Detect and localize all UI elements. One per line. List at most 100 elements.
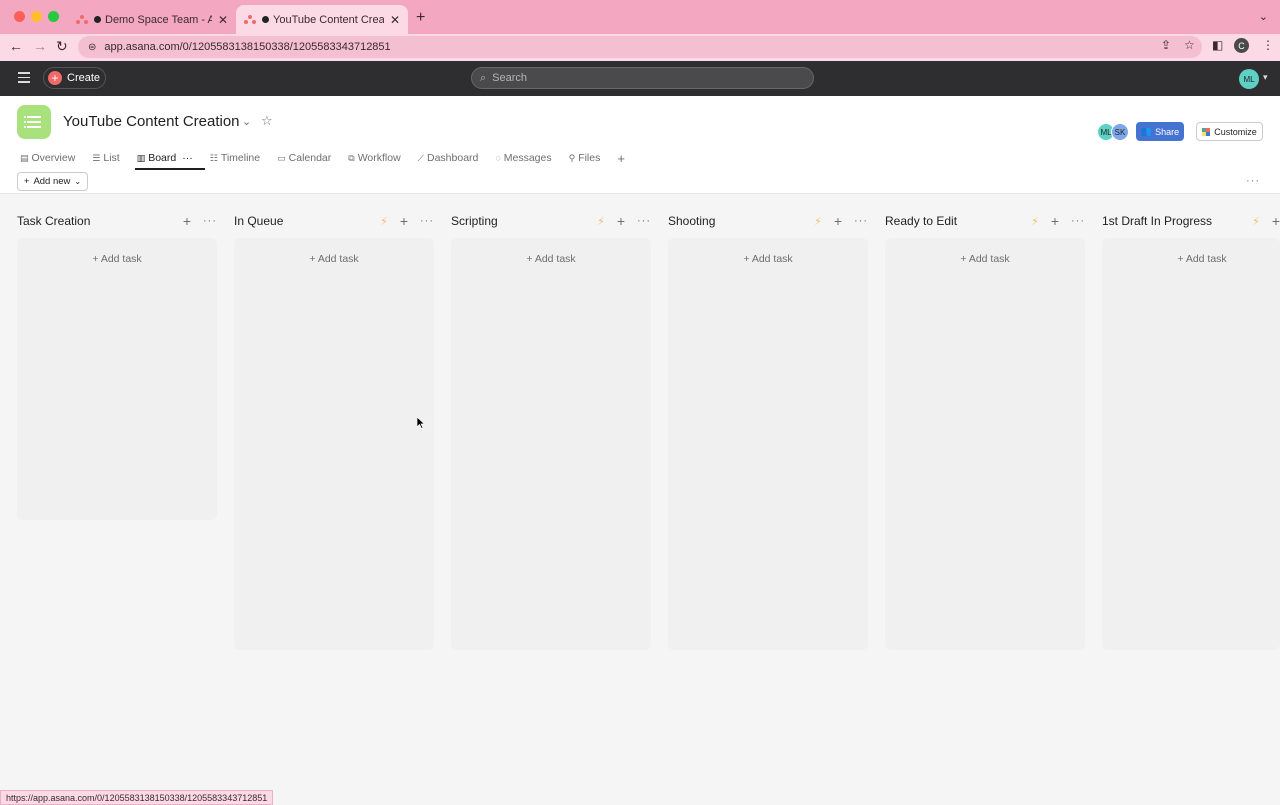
forward-arrow-icon[interactable]: → <box>33 38 47 54</box>
column-header: 1st Draft In Progress ⚡ + <box>1102 213 1280 229</box>
close-window-button[interactable] <box>14 11 25 22</box>
bookmark-star-icon[interactable]: ☆ <box>1184 38 1195 52</box>
column-body <box>451 238 651 650</box>
overview-icon: ▤ <box>20 152 29 163</box>
user-avatar[interactable]: ML <box>1239 69 1259 89</box>
new-tab-plus-icon[interactable]: + <box>416 9 425 27</box>
browser-tab-bar: Demo Space Team - Asana ✕ YouTube Conten… <box>0 0 1280 34</box>
recording-dot-icon <box>262 16 269 23</box>
add-task-plus-icon[interactable]: + <box>1051 213 1059 229</box>
tab-workflow[interactable]: ⧉ Workflow <box>348 150 400 166</box>
add-task-plus-icon[interactable]: + <box>834 213 842 229</box>
column-header: Ready to Edit ⚡ + ··· <box>885 213 1085 229</box>
tab-title: Demo Space Team - Asana <box>105 13 212 26</box>
dashboard-icon: ⟋ <box>417 152 424 163</box>
tab-messages[interactable]: ◌ Messages <box>495 150 551 166</box>
add-task-button[interactable]: + Add task <box>668 253 868 265</box>
column-more-icon[interactable]: ··· <box>1071 215 1085 227</box>
reload-icon[interactable]: ↻ <box>56 38 68 55</box>
project-title[interactable]: YouTube Content Creation <box>63 113 240 130</box>
add-task-button[interactable]: + Add task <box>451 253 651 265</box>
tab-calendar[interactable]: ▭ Calendar <box>277 150 331 166</box>
site-info-icon[interactable]: ⊜ <box>88 42 96 53</box>
column-title[interactable]: Scripting <box>451 214 597 228</box>
member-avatar[interactable]: SK <box>1111 123 1129 141</box>
column-more-icon[interactable]: ··· <box>203 215 217 227</box>
address-bar[interactable]: ⊜ app.asana.com/0/1205583138150338/12055… <box>78 36 1202 58</box>
column-more-icon[interactable]: ··· <box>637 215 651 227</box>
browser-tab-youtube-content[interactable]: YouTube Content Creation - ✕ <box>236 5 408 34</box>
share-button[interactable]: 👥 Share <box>1136 122 1184 141</box>
people-icon: 👥 <box>1140 126 1153 136</box>
rules-lightning-icon[interactable]: ⚡ <box>814 215 822 228</box>
plus-icon: + <box>23 176 30 187</box>
column-title[interactable]: Shooting <box>668 214 814 228</box>
column-body <box>17 238 217 520</box>
minimize-window-button[interactable] <box>31 11 42 22</box>
chevron-down-icon: ⌄ <box>74 177 82 186</box>
add-task-button[interactable]: + Add task <box>17 253 217 265</box>
add-new-button[interactable]: + Add new ⌄ <box>17 172 88 191</box>
tab-list[interactable]: ☰ List <box>92 150 119 166</box>
menu-hamburger-icon[interactable] <box>18 72 30 83</box>
tab-board[interactable]: ▥ Board ··· <box>134 150 205 170</box>
files-icon: ⚲ <box>568 152 576 163</box>
app-topbar: + Create ⌕ Search ML ▾ <box>0 61 1280 96</box>
search-input[interactable]: ⌕ Search <box>471 67 814 89</box>
column-title[interactable]: Ready to Edit <box>885 214 1031 228</box>
project-header: YouTube Content Creation ⌄ ☆ ML SK 👥 Sha… <box>0 96 1280 194</box>
favorite-star-icon[interactable]: ☆ <box>261 113 273 129</box>
view-options-more-icon[interactable]: ··· <box>1246 175 1260 187</box>
share-page-icon[interactable]: ⇪ <box>1161 38 1171 52</box>
side-panel-icon[interactable]: ◧ <box>1212 38 1223 52</box>
column-body <box>668 238 868 650</box>
column-body <box>234 238 434 650</box>
add-task-button[interactable]: + Add task <box>234 253 434 265</box>
project-tabs: ▤ Overview ☰ List ▥ Board ··· ☷ Timeline ▭ Cal… <box>20 150 642 170</box>
customize-button[interactable]: Customize <box>1196 122 1263 141</box>
back-arrow-icon[interactable]: ← <box>9 38 23 54</box>
browser-menu-icon[interactable]: ⋮ <box>1262 38 1274 52</box>
column-title[interactable]: In Queue <box>234 214 380 228</box>
column-title[interactable]: Task Creation <box>17 214 183 228</box>
tab-files[interactable]: ⚲ Files <box>569 150 601 166</box>
url-text: app.asana.com/0/1205583138150338/1205583… <box>104 41 391 53</box>
add-tab-plus-icon[interactable]: + <box>617 150 625 166</box>
column-more-icon[interactable]: ··· <box>854 215 868 227</box>
tab-dashboard[interactable]: ⟋ Dashboard <box>418 150 479 166</box>
tab-list-chevron-icon[interactable]: ⌄ <box>1259 10 1268 23</box>
plus-icon: + <box>48 71 62 85</box>
tab-options-icon[interactable]: ··· <box>182 152 193 164</box>
add-task-plus-icon[interactable]: + <box>183 213 191 229</box>
column-header: Scripting ⚡ + ··· <box>451 213 651 229</box>
search-icon: ⌕ <box>480 71 487 84</box>
rules-lightning-icon[interactable]: ⚡ <box>380 215 388 228</box>
rules-lightning-icon[interactable]: ⚡ <box>597 215 605 228</box>
asana-logo-icon <box>76 14 88 25</box>
customize-grid-icon <box>1202 127 1211 136</box>
column-more-icon[interactable]: ··· <box>420 215 434 227</box>
close-tab-icon[interactable]: ✕ <box>218 13 228 27</box>
rules-lightning-icon[interactable]: ⚡ <box>1252 215 1260 228</box>
close-tab-icon[interactable]: ✕ <box>390 13 400 27</box>
add-task-button[interactable]: + Add task <box>1102 253 1280 265</box>
add-task-button[interactable]: + Add task <box>885 253 1085 265</box>
browser-profile-avatar[interactable]: C <box>1234 38 1249 53</box>
column-title[interactable]: 1st Draft In Progress <box>1102 214 1252 228</box>
maximize-window-button[interactable] <box>48 11 59 22</box>
timeline-icon: ☷ <box>209 152 218 163</box>
tab-overview[interactable]: ▤ Overview <box>20 150 75 166</box>
browser-tab-demo-space[interactable]: Demo Space Team - Asana ✕ <box>68 5 236 34</box>
board-icon: ▥ <box>136 152 146 163</box>
rules-lightning-icon[interactable]: ⚡ <box>1031 215 1039 228</box>
project-menu-chevron-icon[interactable]: ⌄ <box>242 115 251 128</box>
project-list-icon[interactable] <box>17 105 51 139</box>
add-task-plus-icon[interactable]: + <box>617 213 625 229</box>
chevron-down-icon[interactable]: ▾ <box>1263 72 1268 83</box>
mouse-cursor-icon <box>417 417 425 429</box>
add-task-plus-icon[interactable]: + <box>400 213 408 229</box>
create-button[interactable]: + Create <box>43 67 106 89</box>
add-task-plus-icon[interactable]: + <box>1272 213 1280 229</box>
recording-dot-icon <box>94 16 101 23</box>
tab-timeline[interactable]: ☷ Timeline <box>210 150 260 166</box>
